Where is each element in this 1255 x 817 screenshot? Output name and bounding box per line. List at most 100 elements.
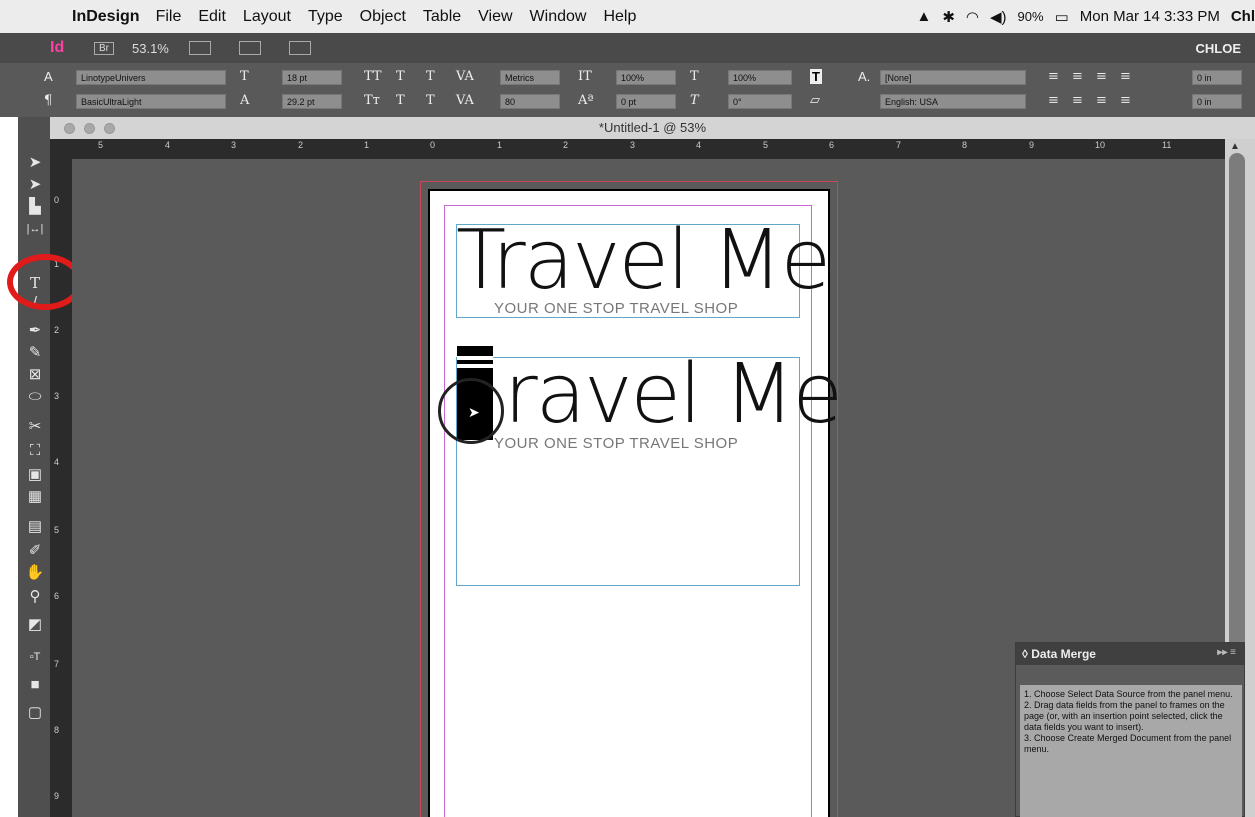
tagline-2[interactable]: YOUR ONE STOP TRAVEL SHOP [494,435,738,452]
menu-window[interactable]: Window [530,8,587,26]
note-tool-icon[interactable]: ▤ [24,517,46,537]
ruler-number: 4 [54,457,60,467]
menu-help[interactable]: Help [603,8,636,26]
formatting-text-icon[interactable]: ▫T [24,647,46,667]
character-mode-icon[interactable]: A [44,69,53,84]
scroll-up-icon[interactable]: ▲ [1230,141,1240,152]
align-center-icon[interactable]: ≡ [1072,69,1083,84]
small-caps-icon[interactable]: Tт [364,93,380,108]
ellipse-tool-icon[interactable]: ⬭ [24,387,46,407]
volume-icon[interactable]: ◀) [990,8,1007,26]
apply-color-icon[interactable]: ■ [24,675,46,695]
rectangle-frame-tool-icon[interactable]: ⊠ [24,365,46,385]
skew-field[interactable]: 0° [728,94,792,109]
justify-center-icon[interactable]: ≡ [1072,93,1083,108]
gap-tool-icon[interactable]: |↔| [24,219,46,239]
horizontal-scale-field[interactable]: 100% [728,70,792,85]
underline-icon[interactable]: T [426,69,435,84]
menu-table[interactable]: Table [423,8,461,26]
leading-field[interactable]: 29.2 pt [282,94,342,109]
tagline-1[interactable]: YOUR ONE STOP TRAVEL SHOP [494,300,738,317]
fill-color-icon[interactable]: T [810,69,822,84]
user-menu[interactable]: Chl [1231,8,1255,25]
all-caps-icon[interactable]: TT [364,69,382,84]
leading-icon: A [240,93,250,108]
data-merge-panel: ◊ Data Merge ▸▸ ≡ 1. Choose Select Data … [1015,642,1245,817]
ruler-number: 8 [962,140,968,150]
scissors-tool-icon[interactable]: ✂ [24,417,46,437]
menu-edit[interactable]: Edit [198,8,226,26]
pencil-tool-icon[interactable]: ✎ [24,343,46,363]
screen-mode-icon[interactable]: ▢ [24,703,46,723]
battery-percent[interactable]: 90% [1018,9,1044,24]
scroll-thumb[interactable] [1229,153,1245,663]
ruler-number: 3 [231,140,237,150]
menu-type[interactable]: Type [308,8,343,26]
battery-icon[interactable]: ▭ [1055,8,1069,26]
menu-layout[interactable]: Layout [243,8,291,26]
data-merge-header[interactable]: ◊ Data Merge ▸▸ ≡ [1016,643,1244,665]
bridge-button[interactable]: Br [94,41,114,55]
menu-object[interactable]: Object [360,8,406,26]
ruler-number: 0 [430,140,436,150]
font-size-field[interactable]: 18 pt [282,70,342,85]
font-family-field[interactable]: LinotypeUnivers [76,70,226,85]
data-merge-instructions: 1. Choose Select Data Source from the pa… [1020,685,1242,817]
ruler-number: 3 [54,391,60,401]
subscript-icon[interactable]: T [396,93,405,108]
tracking-icon: VA [456,93,474,108]
left-indent-field[interactable]: 0 in [1192,70,1242,85]
baseline-shift-field[interactable]: 0 pt [616,94,676,109]
horizontal-scale-icon: T [690,69,699,84]
justify-icon[interactable]: ≡ [1120,69,1131,84]
heading-2[interactable]: ravel Me [504,354,843,436]
ruler-number: 5 [98,140,104,150]
font-style-field[interactable]: BasicUltraLight [76,94,226,109]
align-right-icon[interactable]: ≡ [1096,69,1107,84]
drive-icon[interactable]: ▲ [916,8,931,25]
first-line-indent-field[interactable]: 0 in [1192,94,1242,109]
bluetooth-icon[interactable]: ✱ [942,8,955,26]
heading-1[interactable]: Travel Me [456,220,831,302]
zoom-tool-icon[interactable]: ⚲ [24,587,46,607]
superscript-icon[interactable]: T [396,69,405,84]
wifi-icon[interactable]: ◠ [966,8,979,26]
screen-mode-button[interactable] [238,41,261,55]
menu-file[interactable]: File [156,8,182,26]
pen-tool-icon[interactable]: ✒ [24,321,46,341]
horizontal-ruler[interactable]: 5 4 3 2 1 0 1 2 3 4 5 6 7 8 9 10 11 [50,139,1225,159]
clock[interactable]: Mon Mar 14 3:33 PM [1080,8,1220,25]
justify-all-icon[interactable]: ≡ [1120,93,1131,108]
workspace-switcher[interactable]: CHLOE [1196,41,1242,56]
character-style-field[interactable]: [None] [880,70,1026,85]
direct-selection-tool-icon[interactable]: ➤ [24,175,46,195]
view-options-button[interactable] [188,41,211,55]
paragraph-mode-icon[interactable]: ¶ [44,93,52,108]
stroke-none-icon[interactable]: ▱ [810,93,820,108]
strikethrough-icon[interactable]: T [426,93,435,108]
hand-tool-icon[interactable]: ✋ [24,563,46,583]
ruler-number: 8 [54,725,60,735]
language-field[interactable]: English: USA [880,94,1026,109]
kerning-field[interactable]: Metrics [500,70,560,85]
page-tool-icon[interactable]: ▙ [24,197,46,217]
arrange-documents-button[interactable] [288,41,311,55]
eyedropper-tool-icon[interactable]: ✐ [24,541,46,561]
gradient-swatch-tool-icon[interactable]: ▣ [24,465,46,485]
justify-right-icon[interactable]: ≡ [1096,93,1107,108]
panel-menu-icon[interactable]: ▸▸ ≡ [1217,647,1236,658]
zoom-level[interactable]: 53.1% [132,41,169,56]
ruler-number: 6 [829,140,835,150]
panel-collapse-icon[interactable]: ◊ [1022,647,1031,661]
document-title: *Untitled-1 @ 53% [598,120,707,135]
vertical-scale-field[interactable]: 100% [616,70,676,85]
tracking-field[interactable]: 80 [500,94,560,109]
selection-tool-icon[interactable]: ➤ [24,153,46,173]
menu-view[interactable]: View [478,8,512,26]
app-menu[interactable]: InDesign [72,8,140,26]
align-left-icon[interactable]: ≡ [1048,69,1059,84]
gradient-feather-tool-icon[interactable]: ▦ [24,487,46,507]
fill-stroke-icon[interactable]: ◩ [24,615,46,635]
free-transform-tool-icon[interactable]: ⛶ [24,441,46,461]
justify-left-icon[interactable]: ≡ [1048,93,1059,108]
